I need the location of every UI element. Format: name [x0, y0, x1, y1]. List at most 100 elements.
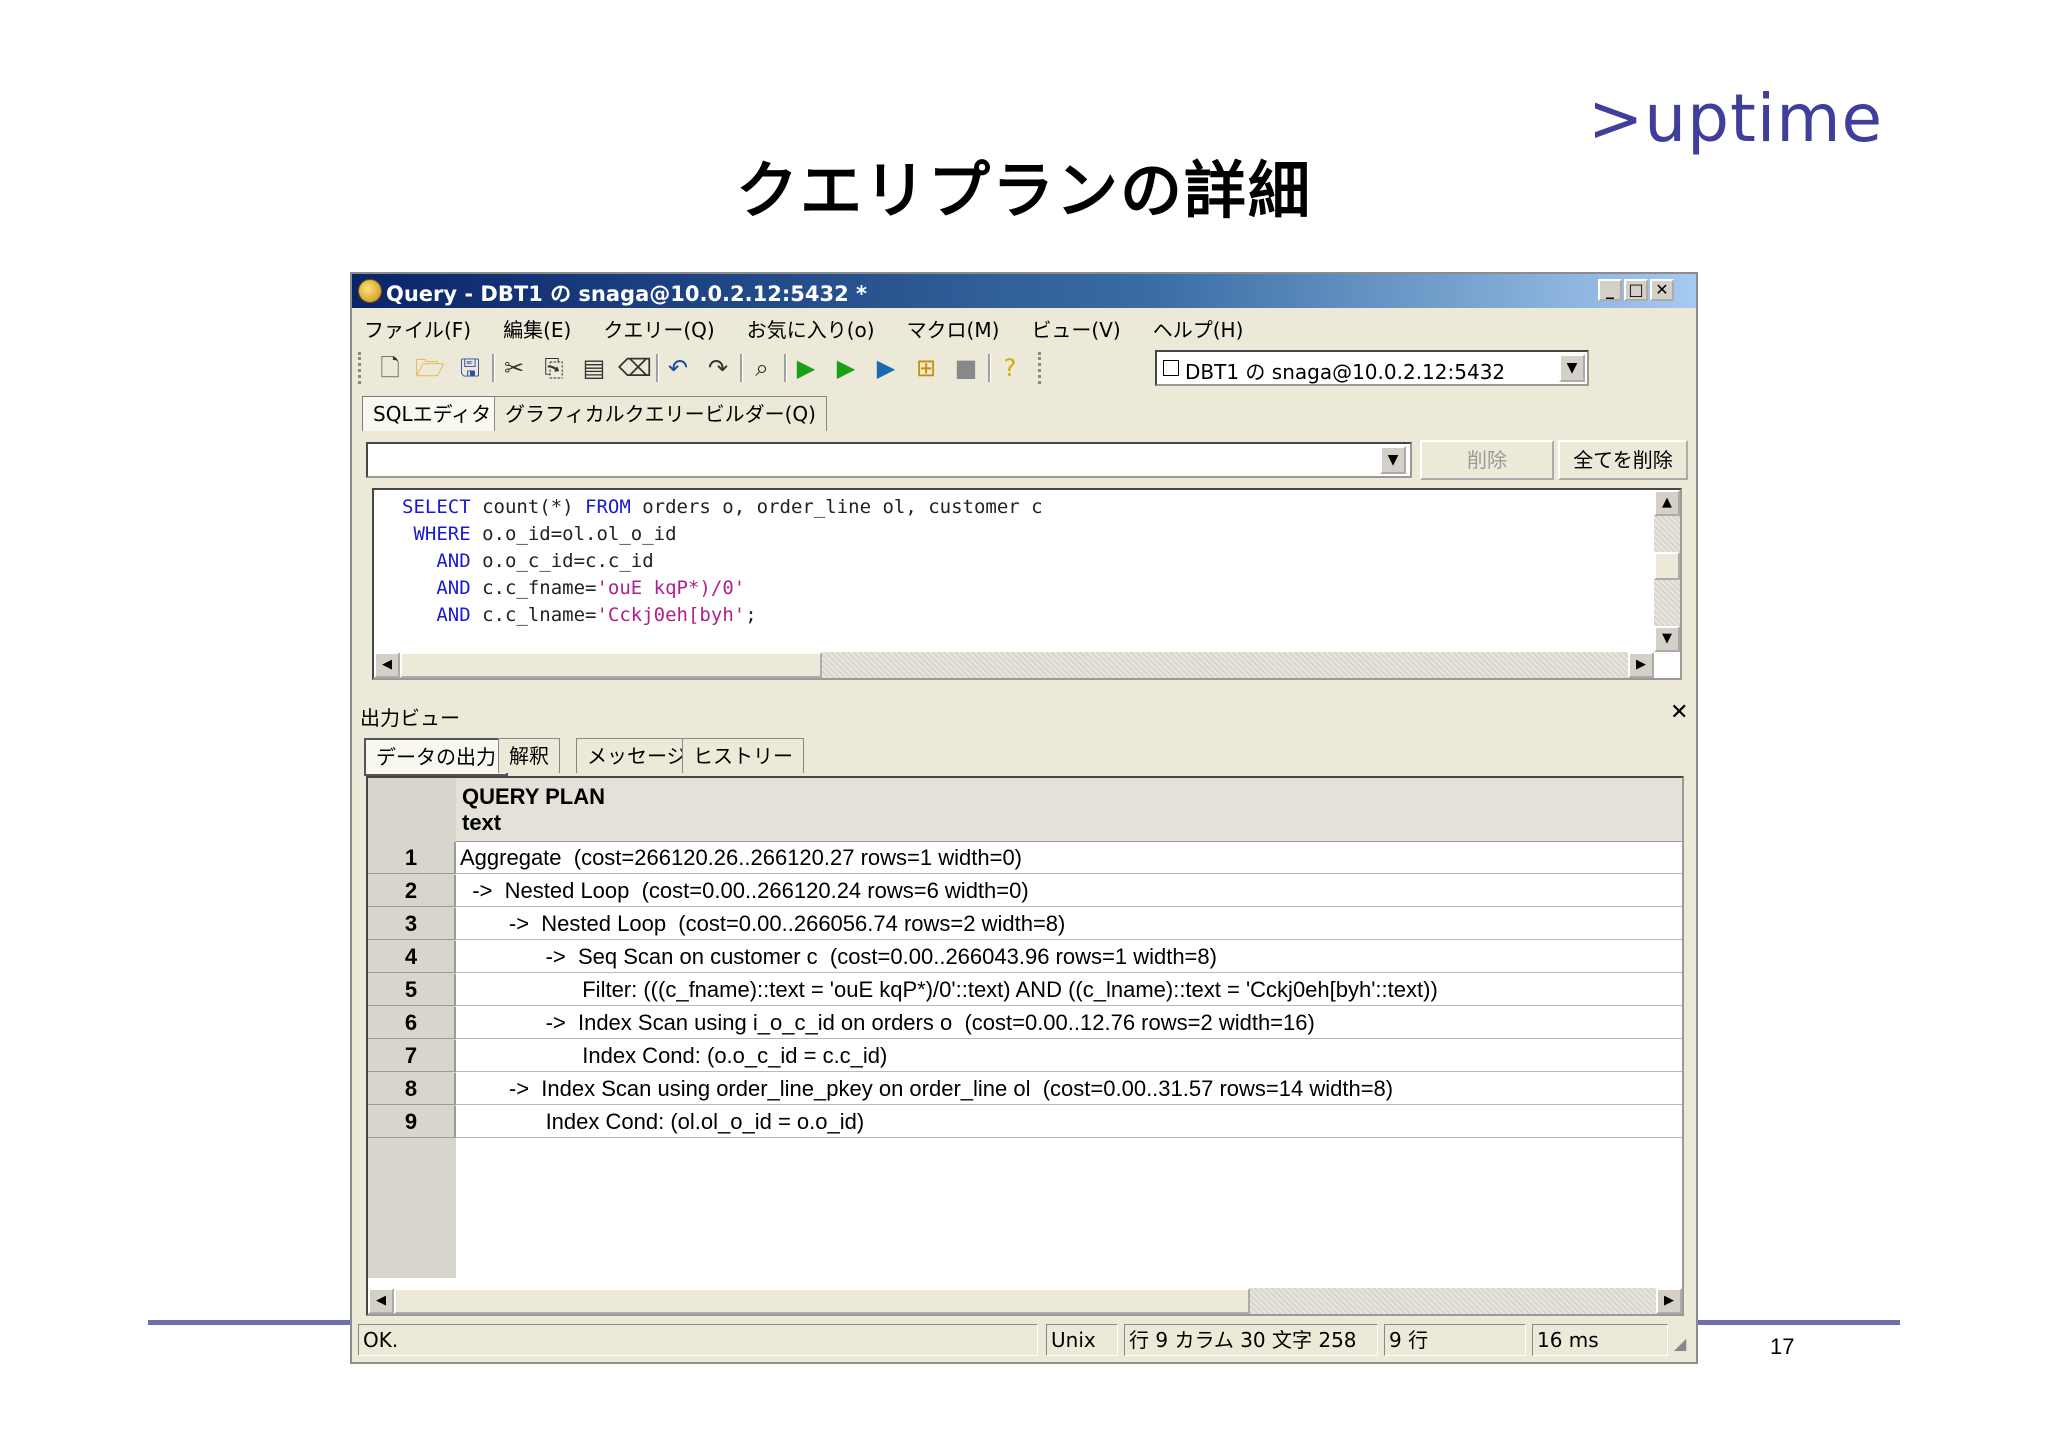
status-bar: OK. Unix 行 9 カラム 30 文字 258 9 行 16 ms ◢ [356, 1324, 1694, 1358]
scroll-thumb[interactable] [400, 652, 822, 678]
scroll-right-icon[interactable]: ▶ [1628, 652, 1654, 678]
query-history-combo[interactable]: ▼ [366, 442, 1412, 478]
tab-explain[interactable]: 解釈 [498, 738, 560, 773]
data-output-grid[interactable]: QUERY PLAN text 1 Aggregate (cost=266120.… [366, 776, 1684, 1316]
toolbar-separator [784, 354, 787, 382]
scroll-up-icon[interactable]: ▲ [1654, 490, 1680, 516]
row-number[interactable]: 5 [368, 974, 456, 1006]
row-number[interactable]: 1 [368, 842, 456, 874]
toolbar-separator [656, 354, 659, 382]
menu-edit[interactable]: 編集(E) [499, 312, 575, 345]
cut-icon[interactable]: ✂ [498, 352, 530, 384]
delete-all-button[interactable]: 全てを削除 [1558, 440, 1688, 480]
query-plan-cell[interactable]: -> Nested Loop (cost=0.00..266120.24 row… [456, 875, 1682, 907]
eraser-icon[interactable]: ⌫ [618, 352, 652, 384]
sql-line-5: AND c.c_lname='Cckj0eh[byh'; [402, 602, 1043, 629]
sql-text: orders o, order_line ol, customer c [630, 496, 1043, 518]
undo-icon[interactable]: ↶ [662, 352, 694, 384]
sql-keyword: AND [402, 577, 471, 599]
output-tabs: データの出力 解釈 メッセージ ヒストリー [364, 738, 1694, 776]
stop-icon[interactable]: ■ [950, 352, 982, 384]
tab-sql-editor[interactable]: SQLエディタ [362, 396, 503, 431]
paste-icon[interactable]: ▤ [578, 352, 610, 384]
toolbar-grip[interactable] [1038, 352, 1045, 384]
scroll-down-icon[interactable]: ▼ [1654, 626, 1680, 652]
resize-grip-icon[interactable]: ◢ [1674, 1334, 1686, 1353]
explain-icon[interactable]: ⊞ [910, 352, 942, 384]
table-row[interactable]: 7 Index Cond: (o.o_c_id = c.c_id) [368, 1040, 1682, 1073]
query-plan-cell[interactable]: Aggregate (cost=266120.26..266120.27 row… [456, 842, 1682, 874]
chevron-down-icon[interactable]: ▼ [1559, 354, 1585, 382]
query-plan-cell[interactable]: -> Index Scan using i_o_c_id on orders o… [456, 1007, 1682, 1039]
table-row[interactable]: 6 -> Index Scan using i_o_c_id on orders… [368, 1007, 1682, 1040]
row-number[interactable]: 4 [368, 941, 456, 973]
editor-vertical-scrollbar[interactable]: ▲ ▼ [1654, 490, 1680, 652]
row-number[interactable]: 6 [368, 1007, 456, 1039]
scroll-thumb[interactable] [1654, 552, 1680, 580]
table-row[interactable]: 4 -> Seq Scan on customer c (cost=0.00..… [368, 941, 1682, 974]
redo-icon[interactable]: ↷ [702, 352, 734, 384]
maximize-button[interactable]: □ [1624, 279, 1648, 301]
row-number[interactable]: 8 [368, 1073, 456, 1105]
query-plan-cell[interactable]: Index Cond: (ol.ol_o_id = o.o_id) [456, 1106, 1682, 1138]
menu-view[interactable]: ビュー(V) [1027, 312, 1124, 345]
table-row[interactable]: 1 Aggregate (cost=266120.26..266120.27 ro… [368, 842, 1682, 875]
sql-string: 'ouE kqP*)/0' [596, 577, 746, 599]
table-row[interactable]: 8 -> Index Scan using order_line_pkey on… [368, 1073, 1682, 1106]
execute-to-file-icon[interactable]: ▶ [870, 352, 902, 384]
status-cursor-position: 行 9 カラム 30 文字 258 [1124, 1324, 1378, 1356]
table-row[interactable]: 5 Filter: (((c_fname)::text = 'ouE kqP*)… [368, 974, 1682, 1007]
sql-line-4: AND c.c_fname='ouE kqP*)/0' [402, 575, 1043, 602]
tab-graphical-query-builder[interactable]: グラフィカルクエリービルダー(Q) [494, 396, 827, 431]
row-number[interactable]: 7 [368, 1040, 456, 1072]
help-icon[interactable]: ? [994, 352, 1026, 384]
sql-editor[interactable]: SELECT count(*) FROM orders o, order_lin… [372, 488, 1682, 680]
row-number[interactable]: 9 [368, 1106, 456, 1138]
copy-icon[interactable]: ⎘ [538, 352, 570, 384]
delete-button[interactable]: 削除 [1420, 440, 1554, 480]
connection-checkbox[interactable] [1163, 360, 1179, 376]
footer-rule-left [148, 1320, 352, 1325]
menu-file[interactable]: ファイル(F) [360, 312, 475, 345]
scroll-left-icon[interactable]: ◀ [368, 1288, 394, 1314]
row-number[interactable]: 2 [368, 875, 456, 907]
query-plan-cell[interactable]: Filter: (((c_fname)::text = 'ouE kqP*)/0… [456, 974, 1682, 1006]
editor-horizontal-scrollbar[interactable]: ◀ ▶ [374, 652, 1654, 678]
chevron-down-icon[interactable]: ▼ [1380, 446, 1406, 474]
column-header-query-plan[interactable]: QUERY PLAN text [456, 778, 1682, 842]
grid-horizontal-scrollbar[interactable]: ◀ ▶ [368, 1288, 1682, 1314]
find-icon[interactable]: ⌕ [746, 352, 778, 384]
close-button[interactable]: ✕ [1650, 279, 1674, 301]
row-number[interactable]: 3 [368, 908, 456, 940]
tab-history[interactable]: ヒストリー [682, 738, 804, 773]
scroll-thumb[interactable] [394, 1288, 1250, 1314]
new-file-icon[interactable]: 🗋 [374, 352, 406, 384]
menu-favorites[interactable]: お気に入り(o) [743, 312, 879, 345]
close-icon[interactable]: ✕ [1670, 700, 1688, 725]
tab-messages[interactable]: メッセージ [576, 738, 698, 773]
open-folder-icon[interactable]: 🗁 [414, 352, 446, 384]
menu-query[interactable]: クエリー(Q) [599, 312, 718, 345]
connection-select[interactable]: DBT1 の snaga@10.0.2.12:5432 ▼ [1155, 350, 1589, 386]
title-bar[interactable]: Query - DBT1 の snaga@10.0.2.12:5432 * _ … [352, 274, 1696, 308]
query-plan-cell[interactable]: Index Cond: (o.o_c_id = c.c_id) [456, 1040, 1682, 1072]
execute-icon[interactable]: ▶ [790, 352, 822, 384]
query-plan-cell[interactable]: -> Seq Scan on customer c (cost=0.00..26… [456, 941, 1682, 973]
table-row[interactable]: 9 Index Cond: (ol.ol_o_id = o.o_id) [368, 1106, 1682, 1139]
menu-help[interactable]: ヘルプ(H) [1149, 312, 1248, 345]
window-title: Query - DBT1 の snaga@10.0.2.12:5432 * [386, 282, 867, 306]
table-row[interactable]: 3 -> Nested Loop (cost=0.00..266056.74 r… [368, 908, 1682, 941]
table-row[interactable]: 2 -> Nested Loop (cost=0.00..266120.24 r… [368, 875, 1682, 908]
tab-data-output[interactable]: データの出力 [364, 738, 508, 776]
scroll-right-icon[interactable]: ▶ [1656, 1288, 1682, 1314]
sql-text: count(*) [470, 496, 586, 518]
menu-macro[interactable]: マクロ(M) [903, 312, 1004, 345]
query-plan-cell[interactable]: -> Nested Loop (cost=0.00..266056.74 row… [456, 908, 1682, 940]
query-plan-cell[interactable]: -> Index Scan using order_line_pkey on o… [456, 1073, 1682, 1105]
menu-bar: ファイル(F) 編集(E) クエリー(Q) お気に入り(o) マクロ(M) ビュー(V) ヘ… [360, 312, 1271, 342]
toolbar-grip[interactable] [358, 352, 365, 384]
scroll-left-icon[interactable]: ◀ [374, 652, 400, 678]
minimize-button[interactable]: _ [1598, 279, 1622, 301]
execute-pgscript-icon[interactable]: ▶ [830, 352, 862, 384]
save-icon[interactable]: 🖫 [454, 352, 486, 384]
